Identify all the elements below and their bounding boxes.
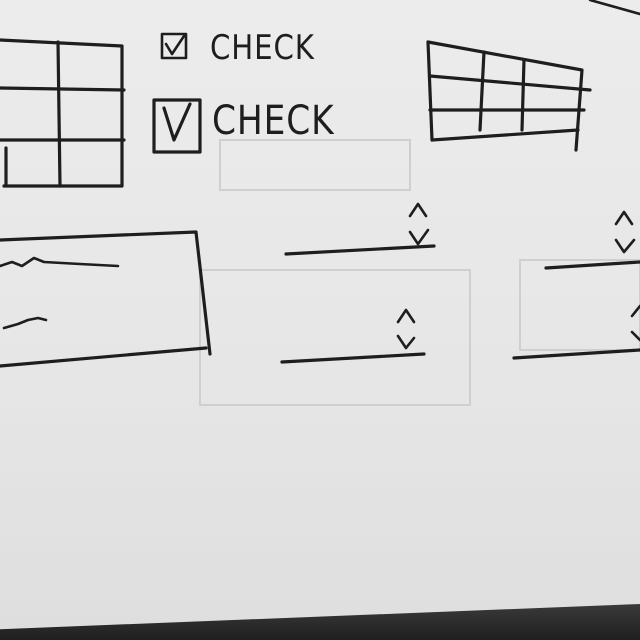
- text-scribble-line-2: [2, 316, 48, 330]
- checkbox-1-label: CHECK: [210, 28, 315, 68]
- chevron-down-icon: [396, 334, 416, 350]
- spinner-input-2[interactable]: [280, 308, 426, 364]
- checkbox-2[interactable]: [152, 98, 202, 154]
- spinner-input-1[interactable]: [284, 202, 436, 256]
- grid-table-right[interactable]: [426, 40, 592, 152]
- grid-table-left[interactable]: [0, 38, 126, 188]
- wireframe-sketch: [0, 0, 640, 406]
- text-area[interactable]: [0, 230, 212, 368]
- checkmark-icon: [162, 102, 192, 142]
- chevron-up-icon: [630, 304, 640, 318]
- chevron-up-icon: [614, 210, 634, 226]
- ghost-marks: [199, 139, 640, 406]
- checkmark-icon: [164, 34, 186, 56]
- chevron-down-icon: [630, 330, 640, 342]
- chevron-down-icon: [614, 238, 636, 254]
- checkbox-1[interactable]: [160, 32, 188, 60]
- chevron-up-icon: [396, 308, 416, 324]
- text-scribble-line-1: [0, 256, 120, 268]
- paper-edge: [588, 0, 640, 16]
- chevron-down-icon: [408, 228, 430, 246]
- chevron-up-icon: [408, 202, 428, 218]
- checkbox-2-label: CHECK: [212, 98, 335, 144]
